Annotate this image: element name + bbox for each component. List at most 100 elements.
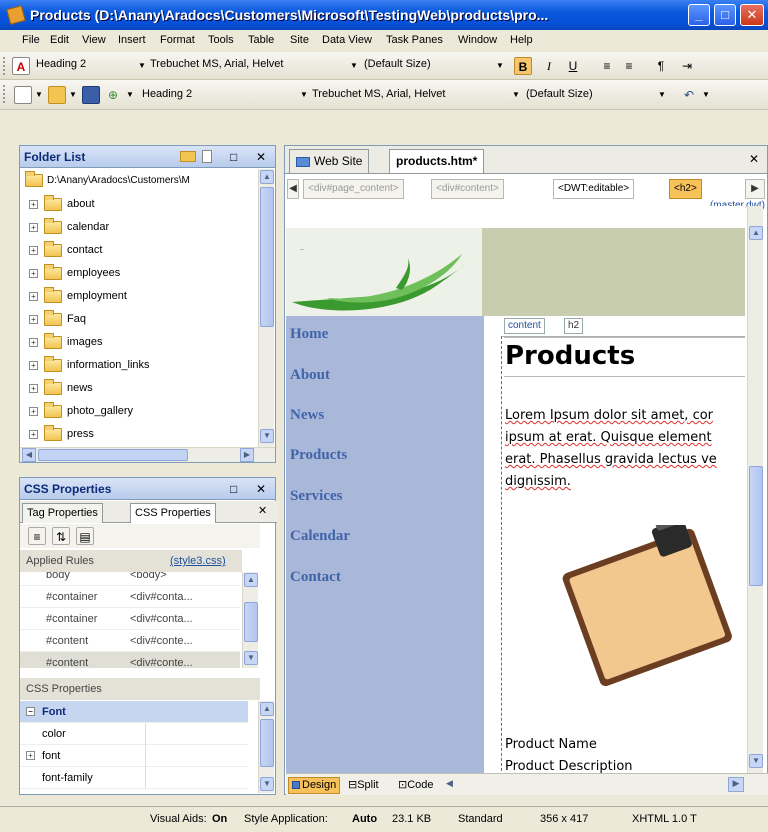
nav-calendar[interactable]: Calendar — [290, 528, 350, 545]
doctype[interactable]: XHTML 1.0 T — [632, 813, 697, 825]
content-region[interactable]: Products Lorem Ipsum dolor sit amet, cor… — [501, 336, 745, 773]
property-row[interactable]: + font — [20, 745, 248, 767]
chevron-down-icon[interactable]: ▼ — [138, 61, 146, 70]
nav-news[interactable]: News — [290, 407, 324, 424]
align-center-icon[interactable]: ≡ — [620, 57, 638, 75]
folder-item[interactable]: + calendar — [20, 216, 258, 239]
page-dimensions[interactable]: 356 x 417 — [540, 813, 588, 825]
folder-item[interactable]: + photo_gallery — [20, 400, 258, 423]
chevron-down-icon[interactable]: ▼ — [35, 90, 43, 99]
folder-item[interactable]: + information_links — [20, 354, 258, 377]
rule-row[interactable]: #container <div#conta... — [20, 608, 240, 630]
scroll-down-icon[interactable]: ▼ — [749, 754, 763, 768]
menu-window[interactable]: Window — [458, 34, 497, 46]
toolbar-grip[interactable] — [3, 57, 6, 75]
tab-web-site[interactable]: Web Site — [289, 149, 370, 173]
chevron-down-icon[interactable]: ▼ — [512, 90, 520, 99]
folder-list-hscrollbar[interactable]: ◀ ▶ — [20, 447, 275, 462]
chevron-down-icon[interactable]: ▼ — [702, 90, 710, 99]
folder-item[interactable]: + images — [20, 331, 258, 354]
scroll-thumb[interactable] — [244, 602, 258, 642]
scroll-up-icon[interactable]: ▲ — [749, 226, 763, 240]
underline-button[interactable]: U — [564, 57, 582, 75]
style-dropdown[interactable]: Heading 2 — [36, 58, 136, 70]
scroll-down-icon[interactable]: ▼ — [260, 777, 274, 791]
menu-insert[interactable]: Insert — [118, 34, 146, 46]
scroll-thumb[interactable] — [260, 187, 274, 327]
product-name[interactable]: Product Name — [505, 737, 597, 752]
folder-item[interactable]: + about — [20, 193, 258, 216]
bold-button[interactable]: B — [514, 57, 532, 75]
design-view[interactable]: ~ Home About News Products Services Cale… — [286, 206, 745, 773]
folder-item[interactable]: + contact — [20, 239, 258, 262]
sort-alpha-icon[interactable]: ⇅ — [52, 527, 70, 545]
rule-row[interactable]: #content <div#conte... — [20, 630, 240, 652]
property-group-font[interactable]: − Font — [20, 701, 248, 723]
nav-home[interactable]: Home — [290, 326, 328, 343]
paragraph-icon[interactable]: ¶ — [652, 57, 670, 75]
folder-item[interactable]: + news — [20, 377, 258, 400]
new-page-icon[interactable] — [202, 150, 212, 163]
close-icon[interactable]: ✕ — [258, 504, 267, 517]
tab-products[interactable]: products.htm* — [389, 149, 485, 173]
expand-icon[interactable]: + — [29, 223, 38, 232]
folder-list-scrollbar[interactable]: ▲ ▼ — [258, 169, 274, 447]
folder-item[interactable]: + press — [20, 423, 258, 446]
style-application-value[interactable]: Auto — [352, 813, 377, 825]
scroll-up-icon[interactable]: ▲ — [260, 702, 274, 716]
expand-icon[interactable]: + — [26, 751, 35, 760]
chevron-down-icon[interactable]: ▼ — [126, 90, 134, 99]
rule-row-selected[interactable]: #content <div#conte... — [20, 652, 240, 668]
crumb-page-content[interactable]: <div#page_content> — [303, 179, 404, 199]
crumb-back-icon[interactable]: ◀ — [287, 179, 299, 199]
menu-site[interactable]: Site — [290, 34, 309, 46]
folder-icon[interactable] — [180, 151, 196, 162]
align-left-icon[interactable]: ≡ — [598, 57, 616, 75]
nav-services[interactable]: Services — [290, 488, 342, 505]
rules-scrollbar[interactable]: ▲ ▼ — [242, 572, 258, 668]
chevron-down-icon[interactable]: ▼ — [496, 61, 504, 70]
indent-icon[interactable]: ⇥ — [678, 57, 696, 75]
document-scrollbar[interactable]: ▲ ▼ — [747, 206, 763, 773]
folder-item[interactable]: + employees — [20, 262, 258, 285]
menu-format[interactable]: Format — [160, 34, 195, 46]
style-icon[interactable]: A — [12, 57, 30, 75]
h2-tag-label[interactable]: h2 — [564, 318, 584, 334]
properties-scrollbar[interactable]: ▲ ▼ — [258, 701, 274, 793]
rule-row[interactable]: body <body> — [20, 572, 240, 586]
menu-edit[interactable]: Edit — [50, 34, 69, 46]
code-view-button[interactable]: ⊡Code — [394, 777, 438, 794]
chevron-down-icon[interactable]: ▼ — [69, 90, 77, 99]
folder-item[interactable]: + Faq — [20, 308, 258, 331]
expand-icon[interactable]: + — [29, 269, 38, 278]
folder-item[interactable]: + employment — [20, 285, 258, 308]
publish-icon[interactable]: ⊕ — [104, 86, 122, 104]
split-view-button[interactable]: ⊟Split — [344, 777, 383, 794]
font-dropdown-2[interactable]: Trebuchet MS, Arial, Helvet — [312, 88, 512, 100]
expand-icon[interactable]: + — [29, 200, 38, 209]
crumb-editable[interactable]: <DWT:editable> — [553, 179, 635, 199]
scroll-right-icon[interactable]: ▶ — [240, 448, 254, 462]
restore-icon[interactable]: □ — [230, 478, 237, 500]
scroll-down-icon[interactable]: ▼ — [244, 651, 258, 665]
expand-icon[interactable]: + — [29, 246, 38, 255]
lorem-paragraph[interactable]: Lorem Ipsum dolor sit amet, cor ipsum at… — [505, 405, 745, 493]
close-icon[interactable]: ✕ — [256, 146, 266, 168]
new-page-icon[interactable] — [14, 86, 32, 104]
expand-icon[interactable]: + — [29, 361, 38, 370]
collapse-icon[interactable]: − — [26, 707, 35, 716]
crumb-h2[interactable]: <h2> — [669, 179, 702, 199]
visual-aids-value[interactable]: On — [212, 813, 227, 825]
expand-icon[interactable]: + — [29, 430, 38, 439]
nav-about[interactable]: About — [290, 367, 330, 384]
stylesheet-link[interactable]: (style3.css) — [170, 550, 226, 572]
chevron-down-icon[interactable]: ▼ — [350, 61, 358, 70]
scroll-up-icon[interactable]: ▲ — [244, 573, 258, 587]
clipboard-image[interactable] — [550, 525, 745, 705]
expand-icon[interactable]: + — [29, 315, 38, 324]
crumb-forward-icon[interactable]: ▶ — [745, 179, 765, 199]
summary-icon[interactable]: ▤ — [76, 527, 94, 545]
scroll-thumb[interactable] — [260, 719, 274, 767]
scroll-left-icon[interactable]: ◀ — [446, 778, 460, 792]
close-document-icon[interactable]: ✕ — [749, 152, 759, 166]
